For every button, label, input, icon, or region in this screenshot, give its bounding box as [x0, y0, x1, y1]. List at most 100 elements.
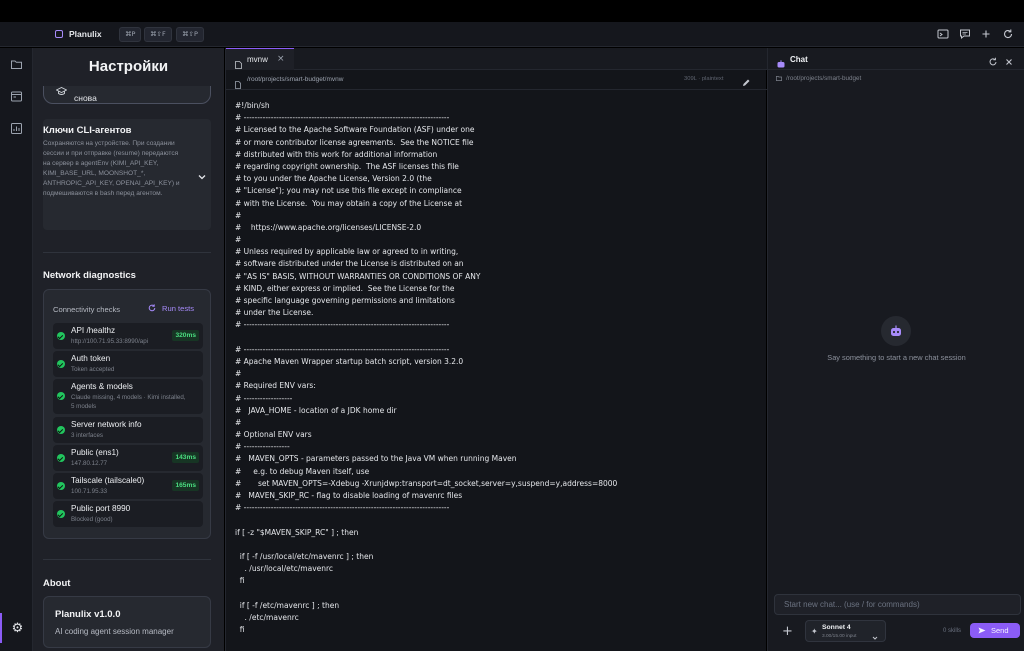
- check-public-port: Public port 8990 Blocked (good): [53, 501, 203, 527]
- check-name: Auth token: [71, 354, 111, 363]
- app-version: Planulix v1.0.0: [55, 609, 121, 620]
- cli-keys-card[interactable]: Ключи CLI-агентов Сохраняются на устройс…: [43, 119, 211, 230]
- code-line: # Unless required by applicable law or a…: [235, 247, 459, 257]
- skills-count: 0 skills: [943, 628, 962, 634]
- section-divider: [43, 252, 211, 253]
- code-line: fi: [235, 576, 245, 586]
- close-icon[interactable]: ×: [277, 54, 285, 64]
- code-line: # -----------------: [235, 442, 290, 452]
- latency-badge: 143ms: [172, 452, 199, 463]
- about-title: About: [43, 578, 71, 589]
- about-card: Planulix v1.0.0 AI coding agent session …: [43, 596, 211, 648]
- edit-pencil-icon[interactable]: [741, 75, 751, 86]
- chat-title: Chat: [790, 55, 808, 64]
- code-line: #: [235, 210, 242, 220]
- code-line: # ------------------: [235, 393, 293, 403]
- check-name: Public port 8990: [71, 504, 131, 513]
- latency-badge: 165ms: [172, 480, 199, 491]
- network-diagnostics-title: Network diagnostics: [43, 270, 136, 281]
- code-line: # or more contributor license agreements…: [235, 137, 474, 147]
- check-name: API /healthz: [71, 326, 116, 335]
- tab-mvnw[interactable]: mvnw ×: [226, 48, 294, 70]
- settings-title: Настройки: [33, 48, 224, 86]
- code-line: # Apache Maven Wrapper startup batch scr…: [235, 356, 464, 366]
- code-content[interactable]: #!/bin/sh # -----------------------------…: [235, 100, 617, 636]
- latency-badge: 320ms: [172, 330, 199, 341]
- folder-icon[interactable]: [10, 58, 23, 71]
- send-icon: [978, 627, 986, 634]
- send-button[interactable]: Send: [970, 623, 1020, 638]
- model-price: 3.00/15.00 input: [822, 634, 857, 639]
- quick-open-shortcut-button[interactable]: ⌘P: [119, 27, 142, 42]
- code-line: # Required ENV vars:: [235, 381, 316, 391]
- add-icon[interactable]: [980, 28, 992, 40]
- refresh-icon[interactable]: [1002, 28, 1014, 40]
- check-detail: Claude missing, 4 models · Kimi installe…: [71, 394, 186, 410]
- app-logo-icon: [55, 30, 63, 38]
- sparkle-icon: ✦: [811, 627, 818, 636]
- editor-tab-bar: mvnw ×: [226, 48, 767, 70]
- code-line: # software distributed under the License…: [235, 259, 464, 269]
- chat-bot-icon: [777, 55, 785, 68]
- top-bar: Planulix ⌘P ⌘⇧F ⌘⇧P: [0, 22, 1024, 47]
- model-selector[interactable]: ✦ Sonnet 4 3.00/15.00 input: [805, 620, 886, 642]
- code-line: if [ -f /etc/mavenrc ] ; then: [235, 600, 340, 610]
- app-description: AI coding agent session manager: [55, 627, 174, 636]
- file-icon: [235, 56, 242, 69]
- check-name: Server network info: [71, 420, 142, 429]
- check-detail: 100.71.95.33: [71, 488, 108, 495]
- file-path-bar: /root/projects/smart-budget/mvnw 309L · …: [226, 70, 767, 90]
- check-name: Agents & models: [71, 382, 133, 391]
- code-line: # --------------------------------------…: [235, 503, 450, 513]
- check-ok-icon: [57, 510, 65, 518]
- code-line: #: [235, 235, 242, 245]
- run-tests-label: Run tests: [162, 304, 195, 313]
- attach-plus-icon[interactable]: +: [782, 624, 793, 639]
- command-palette-shortcut-button[interactable]: ⌘⇧P: [176, 27, 204, 42]
- code-line: fi: [235, 625, 245, 635]
- check-public-ens1: Public (ens1) 147.80.12.77 143ms: [53, 445, 203, 471]
- code-line: . /etc/mavenrc: [235, 612, 299, 622]
- chat-header: Chat: [768, 48, 1024, 70]
- code-line: # KIND, either express or implied. See t…: [235, 283, 455, 293]
- bot-avatar: [881, 316, 911, 346]
- check-agents-models: Agents & models Claude missing, 4 models…: [53, 379, 203, 414]
- search-shortcut-button[interactable]: ⌘⇧F: [144, 27, 172, 42]
- section-divider: [43, 559, 211, 560]
- code-line: #: [235, 417, 242, 427]
- chart-icon[interactable]: [10, 122, 23, 135]
- chat-input[interactable]: Start new chat... (use / for commands): [774, 594, 1021, 615]
- robot-icon: [889, 324, 903, 338]
- send-label: Send: [991, 626, 1009, 635]
- activity-rail: ⚙: [0, 48, 33, 651]
- check-ok-icon: [57, 332, 65, 340]
- code-line: # with the License. You may obtain a cop…: [235, 198, 463, 208]
- code-line: # "AS IS" BASIS, WITHOUT WARRANTIES OR C…: [235, 271, 481, 281]
- check-detail: Blocked (good): [71, 516, 113, 523]
- cli-keys-title: Ключи CLI-агентов: [43, 125, 132, 136]
- check-name: Public (ens1): [71, 448, 119, 457]
- code-line: if [ -f /usr/local/etc/mavenrc ] ; then: [235, 551, 374, 561]
- terminal-icon[interactable]: [10, 90, 23, 103]
- refresh-icon[interactable]: [988, 54, 998, 66]
- chat-toggle-icon[interactable]: [959, 28, 971, 40]
- code-line: # Licensed to the Apache Software Founda…: [235, 125, 475, 135]
- check-ok-icon: [57, 360, 65, 368]
- model-name: Sonnet 4: [822, 624, 851, 631]
- code-line: # --------------------------------------…: [235, 320, 450, 330]
- check-name: Tailscale (tailscale0): [71, 476, 145, 485]
- settings-panel: снова Настройки Ключи CLI-агентов Сохран…: [33, 48, 224, 651]
- terminal-toggle-icon[interactable]: [937, 28, 949, 40]
- chevron-down-icon[interactable]: [197, 169, 207, 180]
- connectivity-card: Connectivity checks Run tests API /healt…: [43, 289, 211, 539]
- code-line: #: [235, 369, 242, 379]
- settings-gear-icon[interactable]: ⚙: [0, 613, 33, 643]
- code-line: # under the License.: [235, 308, 314, 318]
- close-icon[interactable]: [1004, 54, 1014, 65]
- cli-keys-description: Сохраняются на устройстве. При создании …: [43, 140, 180, 197]
- code-line: . /usr/local/etc/mavenrc: [235, 564, 334, 574]
- check-detail: http://100.71.95.33:8990/api: [71, 338, 149, 345]
